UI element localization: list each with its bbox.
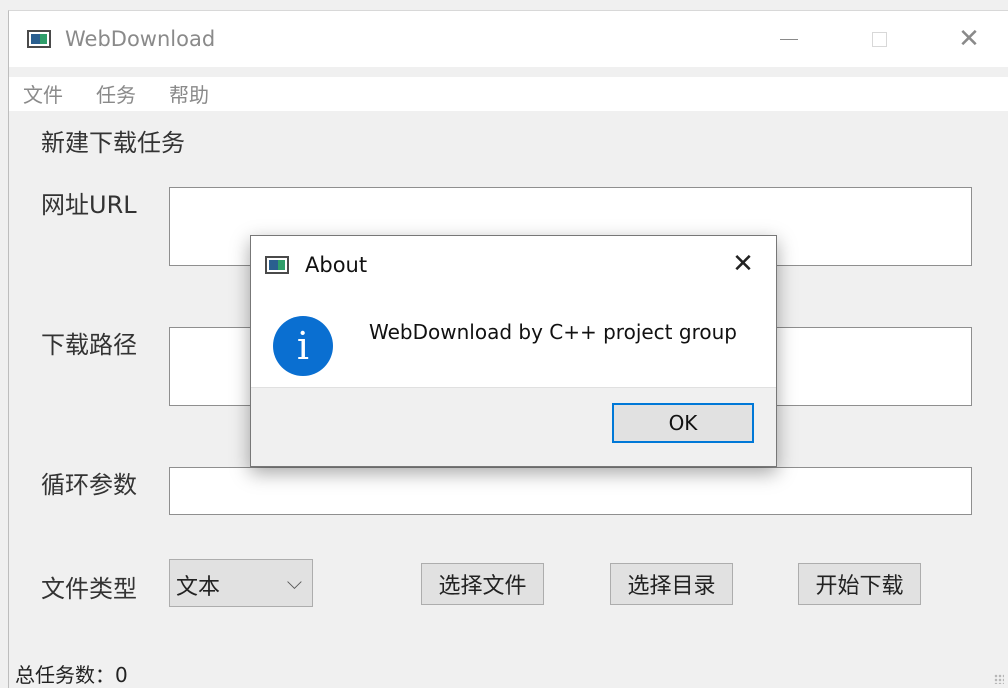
close-icon: ✕ [958, 24, 980, 54]
title-bar: WebDownload ✕ [9, 11, 1008, 67]
menu-help[interactable]: 帮助 [169, 79, 209, 108]
select-directory-button[interactable]: 选择目录 [610, 563, 733, 605]
dialog-app-icon [265, 256, 289, 274]
type-label: 文件类型 [41, 575, 137, 603]
chevron-down-icon: ⌵ [286, 570, 302, 594]
menu-bar: 文件 任务 帮助 [9, 77, 1008, 111]
dialog-title: About [305, 253, 368, 277]
select-file-button[interactable]: 选择文件 [421, 563, 544, 605]
about-dialog: About ✕ i WebDownload by C++ project gro… [250, 235, 777, 467]
loop-label: 循环参数 [41, 471, 137, 499]
dialog-message: WebDownload by C++ project group [369, 320, 737, 344]
minimize-button[interactable] [769, 23, 809, 55]
file-type-value: 文本 [176, 575, 221, 600]
app-icon [27, 30, 51, 48]
menu-file[interactable]: 文件 [23, 79, 63, 108]
file-type-select[interactable]: 文本 ⌵ [169, 559, 313, 607]
form-heading: 新建下载任务 [41, 129, 185, 157]
dialog-close-button[interactable]: ✕ [725, 246, 761, 282]
loop-input[interactable] [169, 467, 972, 515]
total-tasks-status: 总任务数：0 [15, 663, 128, 687]
maximize-icon [871, 31, 887, 47]
window-title: WebDownload [65, 27, 216, 51]
path-label: 下载路径 [41, 331, 137, 359]
close-button[interactable]: ✕ [949, 23, 989, 55]
close-icon: ✕ [732, 249, 754, 279]
resize-grip-icon[interactable] [994, 674, 1004, 684]
dialog-button-area: OK [251, 387, 776, 466]
maximize-button[interactable] [859, 23, 899, 55]
minimize-icon [780, 38, 798, 40]
menu-task[interactable]: 任务 [96, 79, 136, 108]
url-label: 网址URL [41, 191, 137, 219]
info-icon: i [273, 316, 333, 376]
start-download-button[interactable]: 开始下载 [798, 563, 921, 605]
ok-button[interactable]: OK [612, 403, 754, 443]
